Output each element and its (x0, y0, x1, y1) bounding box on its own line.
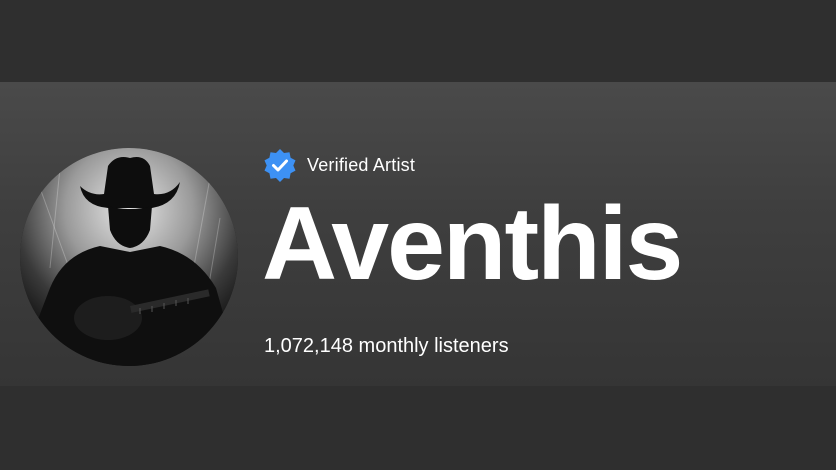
verified-artist-badge: Verified Artist (263, 148, 415, 182)
verified-badge-icon (264, 149, 296, 182)
cowboy-silhouette-image (20, 148, 238, 366)
artist-name-title: Aventhis (262, 186, 683, 302)
verified-artist-label: Verified Artist (307, 154, 416, 175)
monthly-listeners-count: 1,072,148 monthly listeners (264, 335, 509, 357)
top-band (0, 0, 836, 82)
bottom-band (0, 386, 836, 470)
artist-avatar[interactable] (20, 148, 238, 366)
